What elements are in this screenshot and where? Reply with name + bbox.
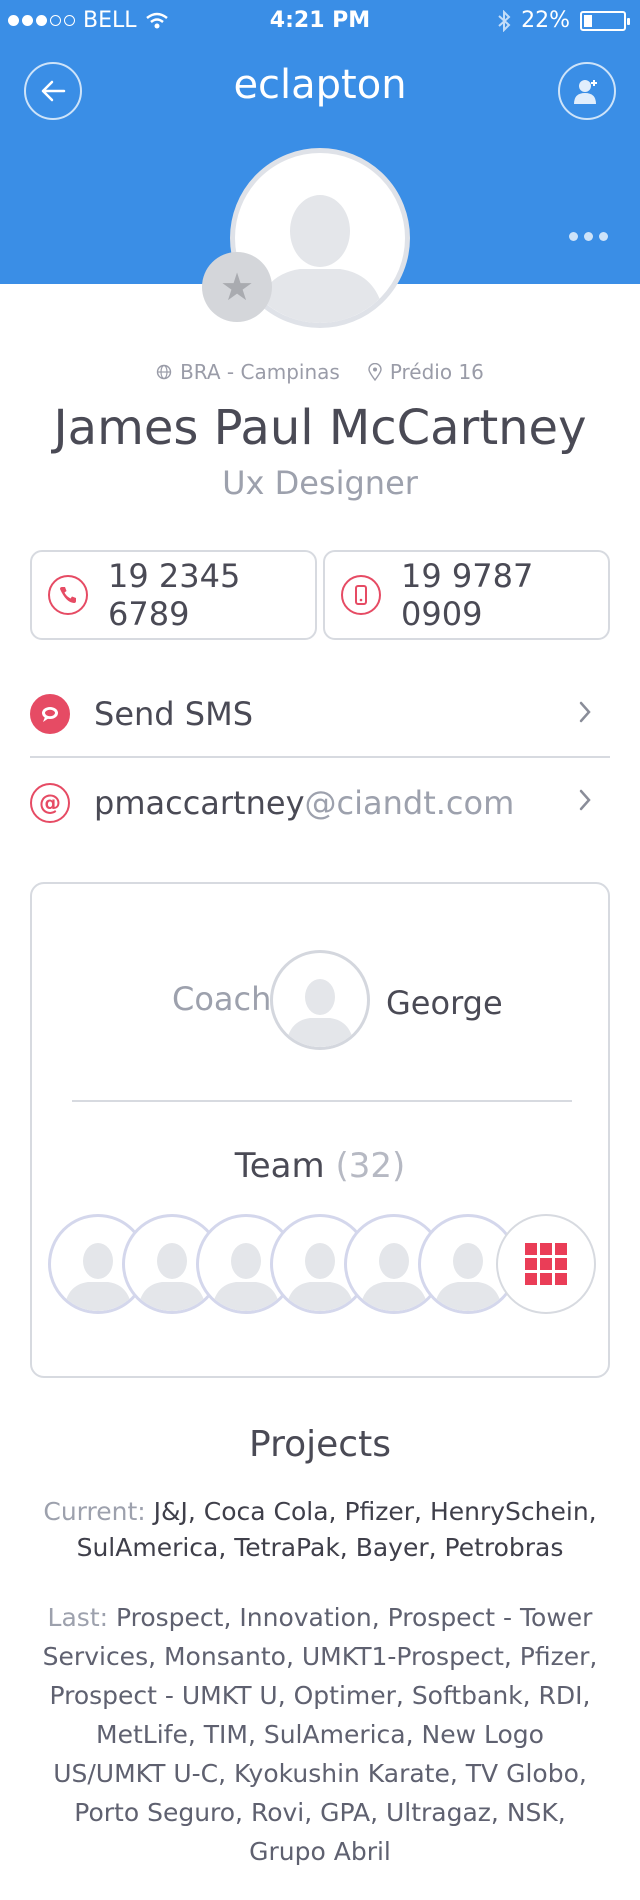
team-count: (32)	[335, 1146, 406, 1186]
add-contact-button[interactable]	[558, 62, 616, 120]
battery-icon	[580, 10, 630, 31]
office-location: BRA - Campinas	[156, 360, 340, 384]
globe-icon	[156, 364, 172, 380]
mobile-call-button[interactable]: 19 9787 0909	[323, 550, 610, 640]
last-label: Last:	[47, 1603, 109, 1632]
status-bar: BELL 4:21 PM 22%	[0, 0, 640, 40]
full-name: James Paul McCartney	[53, 400, 587, 456]
send-sms-button[interactable]: Send SMS	[30, 672, 610, 758]
send-sms-label: Send SMS	[94, 695, 253, 733]
coach-name[interactable]: George	[386, 984, 503, 1022]
coach-avatar[interactable]	[270, 950, 370, 1050]
landline-call-button[interactable]: 19 2345 6789	[30, 550, 317, 640]
card-divider	[72, 1100, 572, 1102]
status-right: 22%	[497, 8, 630, 33]
building-text: Prédio 16	[389, 360, 484, 384]
grid-icon	[525, 1243, 567, 1285]
mobile-number: 19 9787 0909	[401, 557, 534, 633]
email-address: pmaccartney@ciandt.com	[94, 784, 514, 822]
team-members	[48, 1214, 608, 1314]
current-label: Current:	[43, 1497, 146, 1526]
page-title: eclapton	[233, 62, 407, 108]
last-projects-list: Prospect, Innovation, Prospect - Tower S…	[42, 1603, 598, 1866]
bluetooth-icon	[498, 9, 511, 32]
mobile-phone-icon	[341, 575, 381, 615]
email-domain: @ciandt.com	[304, 784, 515, 822]
user-placeholder-icon	[286, 979, 354, 1047]
current-projects-list: J&J, Coca Cola, Pfizer, HenrySchein, Sul…	[76, 1497, 597, 1562]
battery-percent: 22%	[521, 8, 570, 33]
landline-number: 19 2345 6789	[108, 557, 241, 633]
projects-title: Projects	[249, 1424, 391, 1465]
chevron-right-icon	[579, 701, 591, 723]
coach-label: Coach	[172, 980, 272, 1018]
email-button[interactable]: @ pmaccartney@ciandt.com	[30, 760, 610, 846]
battery-fill	[584, 14, 592, 27]
location-text: BRA - Campinas	[180, 360, 340, 384]
favorite-star-button[interactable]: ★	[202, 252, 272, 322]
chevron-right-icon	[579, 789, 591, 811]
chat-bubble-icon	[30, 694, 70, 734]
job-title: Ux Designer	[222, 464, 418, 502]
phone-icon	[48, 575, 88, 615]
current-projects: Current: J&J, Coca Cola, Pfizer, HenrySc…	[40, 1494, 600, 1566]
view-all-team-button[interactable]	[496, 1214, 596, 1314]
at-sign-icon: @	[30, 783, 70, 823]
map-pin-icon	[368, 363, 382, 381]
star-icon: ★	[219, 265, 255, 309]
team-heading: Team (32)	[32, 1146, 608, 1186]
building-location: Prédio 16	[368, 360, 484, 384]
coach-team-card: Coach George Team (32)	[30, 882, 610, 1378]
email-user: pmaccartney	[94, 784, 305, 822]
last-projects: Last: Prospect, Innovation, Prospect - T…	[36, 1598, 604, 1871]
more-options-button[interactable]	[569, 232, 608, 241]
phone-numbers: 19 2345 6789 19 9787 0909	[30, 550, 610, 640]
add-user-icon	[574, 80, 597, 104]
location-info: BRA - Campinas Prédio 16	[0, 360, 640, 384]
team-label: Team	[234, 1146, 325, 1186]
